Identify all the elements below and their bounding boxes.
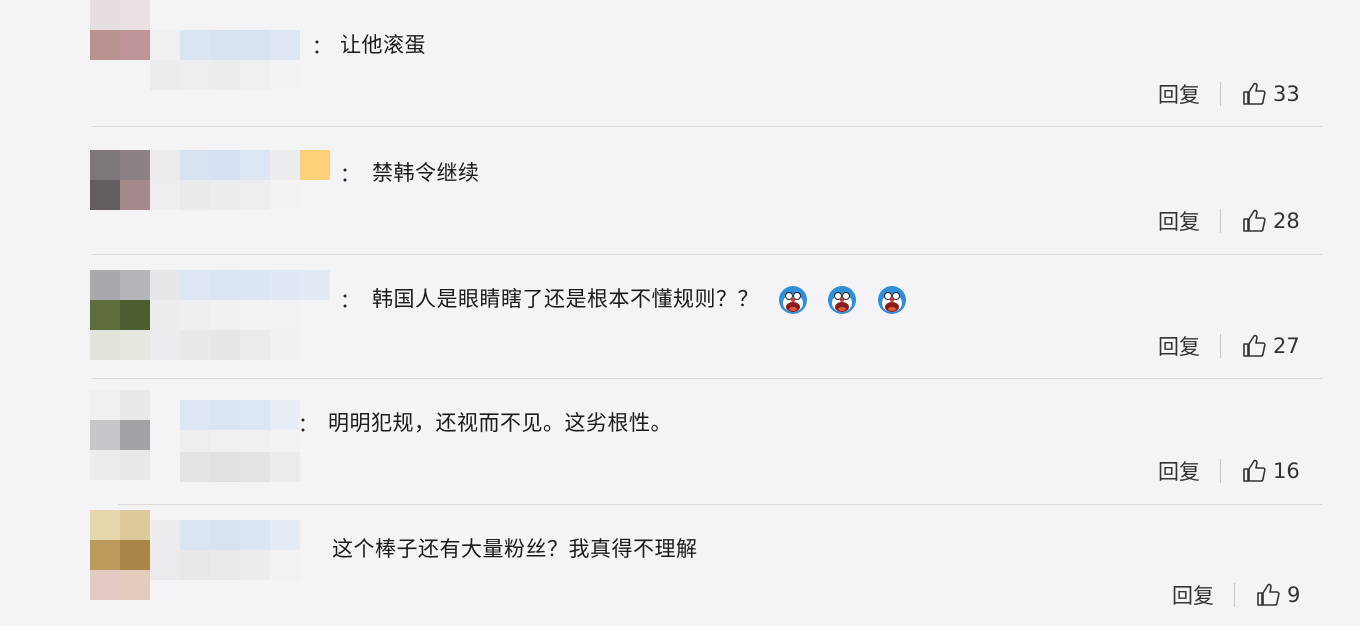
- thumbs-up-icon: [1243, 334, 1266, 357]
- username-blurred[interactable]: [180, 400, 300, 460]
- comment-divider: [92, 378, 1322, 379]
- avatar[interactable]: [90, 0, 150, 60]
- like-button[interactable]: 28: [1241, 208, 1300, 234]
- comment-divider: [92, 254, 1322, 255]
- action-separator: [1220, 334, 1221, 358]
- avatar[interactable]: [90, 510, 150, 600]
- comment-actions: 回复 33: [1158, 79, 1300, 109]
- doraemon-emoji-icon: [877, 286, 906, 314]
- like-button[interactable]: 27: [1241, 333, 1300, 359]
- action-separator: [1234, 583, 1235, 607]
- like-count: 9: [1287, 583, 1301, 607]
- like-button[interactable]: 33: [1241, 81, 1300, 107]
- like-count: 33: [1273, 82, 1300, 106]
- username-blurred[interactable]: [150, 150, 330, 210]
- like-count: 28: [1273, 209, 1300, 233]
- comment-list: ： 让他滚蛋 回复 33 ： 禁韩令继续 回复 28 ： 韩国人是眼睛瞎了还是根…: [0, 0, 1360, 626]
- thumbs-up-icon: [1257, 583, 1280, 606]
- username-blurred-row: [150, 330, 300, 390]
- comment-colon: ：: [312, 34, 332, 58]
- reply-button[interactable]: 回复: [1158, 331, 1200, 361]
- comment-text: 这个棒子还有大量粉丝？我真得不理解: [332, 537, 698, 561]
- comment-text: 明明犯规，还视而不见。这劣根性。: [328, 411, 672, 435]
- comment-text: 让他滚蛋: [340, 33, 426, 57]
- username-blurred-row: [180, 452, 300, 512]
- action-separator: [1220, 82, 1221, 106]
- comment-text: 韩国人是眼睛瞎了还是根本不懂规则？？: [372, 287, 759, 311]
- reply-button[interactable]: 回复: [1158, 206, 1200, 236]
- like-count: 27: [1273, 334, 1300, 358]
- doraemon-emoji-icon: [828, 286, 857, 314]
- avatar[interactable]: [90, 270, 150, 360]
- thumbs-up-icon: [1243, 82, 1266, 105]
- avatar[interactable]: [90, 150, 150, 210]
- doraemon-emoji-icon: [779, 286, 808, 314]
- comment-actions: 回复 16: [1158, 456, 1300, 486]
- username-blurred[interactable]: [150, 270, 330, 330]
- comment-actions: 回复 9: [1172, 580, 1300, 610]
- action-separator: [1220, 209, 1221, 233]
- comment-actions: 回复 28: [1158, 206, 1300, 236]
- comment-divider: [118, 504, 1322, 505]
- comment-colon: ：: [298, 412, 318, 436]
- like-button[interactable]: 9: [1255, 582, 1300, 608]
- like-count: 16: [1273, 459, 1300, 483]
- thumbs-up-icon: [1243, 459, 1266, 482]
- comment-divider: [92, 126, 1322, 127]
- reply-button[interactable]: 回复: [1158, 456, 1200, 486]
- reply-button[interactable]: 回复: [1158, 79, 1200, 109]
- username-blurred[interactable]: [150, 520, 300, 580]
- comment-colon: ：: [340, 162, 360, 186]
- thumbs-up-icon: [1243, 209, 1266, 232]
- comment-text: 禁韩令继续: [372, 161, 480, 185]
- comment-actions: 回复 27: [1158, 331, 1300, 361]
- username-blurred[interactable]: [150, 30, 300, 90]
- action-separator: [1220, 459, 1221, 483]
- comment-colon: ：: [340, 288, 360, 312]
- like-button[interactable]: 16: [1241, 458, 1300, 484]
- reply-button[interactable]: 回复: [1172, 580, 1214, 610]
- comment-text-row: 韩国人是眼睛瞎了还是根本不懂规则？？: [372, 283, 907, 315]
- avatar[interactable]: [90, 390, 150, 480]
